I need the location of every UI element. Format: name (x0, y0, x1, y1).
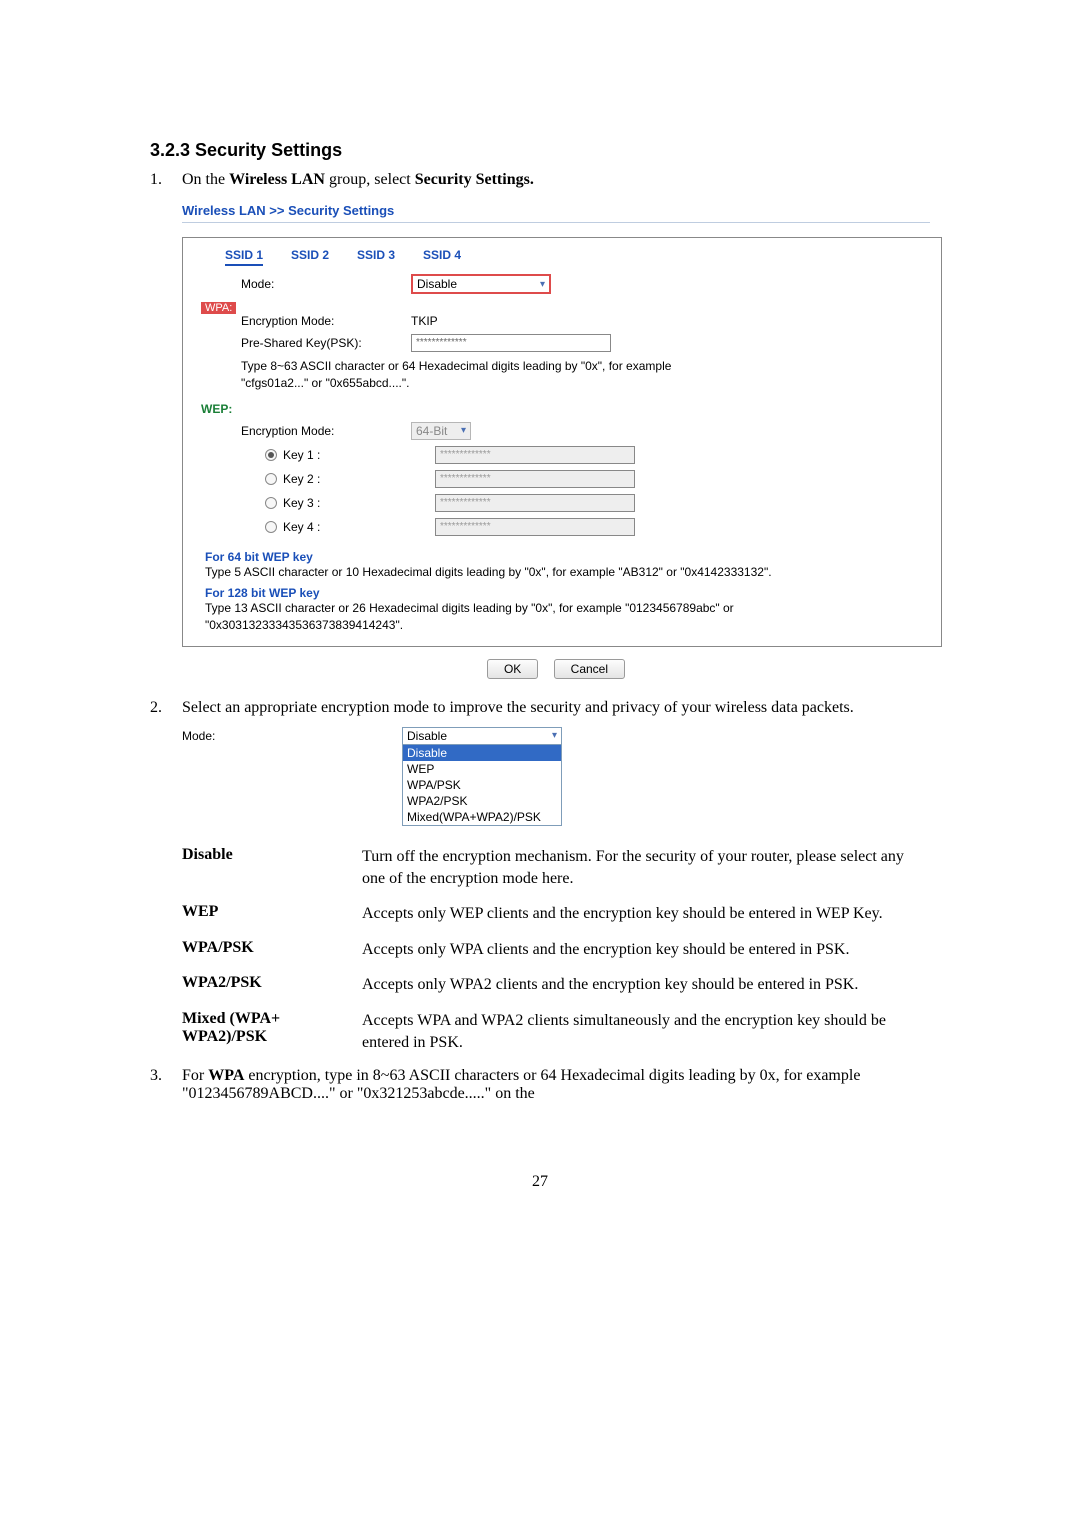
text: encryption, type in 8~63 ASCII character… (182, 1067, 860, 1102)
step-3-number: 3. (150, 1067, 182, 1103)
def-term: WPA/PSK (182, 939, 362, 961)
ssid-tabs: SSID 1 SSID 2 SSID 3 SSID 4 (225, 248, 923, 266)
def-term: WEP (182, 903, 362, 925)
step-2-number: 2. (150, 699, 182, 717)
step-3: 3. For WPA encryption, type in 8~63 ASCI… (150, 1067, 930, 1103)
button-bar: OK Cancel (182, 659, 930, 679)
wpa-highlight: WPA: (201, 302, 236, 314)
step-2-text: Select an appropriate encryption mode to… (182, 699, 930, 717)
wep64-heading: For 64 bit WEP key (205, 550, 923, 564)
mode-option-mixed[interactable]: Mixed(WPA+WPA2)/PSK (403, 809, 561, 825)
wep128-heading: For 128 bit WEP key (205, 586, 923, 600)
divider (182, 222, 930, 223)
def-desc: Turn off the encryption mechanism. For t… (362, 846, 930, 889)
text: On the (182, 171, 229, 188)
ok-button[interactable]: OK (487, 659, 538, 679)
text-bold: WPA (208, 1067, 244, 1084)
def-desc: Accepts only WPA clients and the encrypt… (362, 939, 930, 961)
def-wep: WEP Accepts only WEP clients and the enc… (182, 903, 930, 925)
key1-radio[interactable] (265, 449, 277, 461)
text-bold: Wireless LAN (229, 171, 325, 188)
key2-label: Key 2 : (283, 472, 320, 486)
tab-ssid-3[interactable]: SSID 3 (357, 248, 395, 266)
def-term: WPA2/PSK (182, 974, 362, 996)
wep64-body: Type 5 ASCII character or 10 Hexadecimal… (205, 564, 923, 581)
text: Type 8~63 ASCII character or 64 Hexadeci… (241, 359, 671, 373)
def-term: Mixed (WPA+ WPA2)/PSK (182, 1010, 362, 1053)
wpa-section-label: WPA: (201, 300, 923, 314)
text: group, select (325, 171, 415, 188)
mode-option-wpapsk[interactable]: WPA/PSK (403, 777, 561, 793)
text: For (182, 1067, 208, 1084)
mode-dropdown[interactable]: Disable ▾ Disable WEP WPA/PSK WPA2/PSK M… (402, 727, 562, 826)
def-desc: Accepts only WPA2 clients and the encryp… (362, 974, 930, 996)
chevron-down-icon: ▾ (540, 279, 545, 290)
mode-option-wpa2psk[interactable]: WPA2/PSK (403, 793, 561, 809)
cancel-button[interactable]: Cancel (554, 659, 625, 679)
mode-select[interactable]: Disable ▾ (411, 274, 551, 294)
encryption-mode-label: Encryption Mode: (241, 314, 411, 328)
step-1-text: On the Wireless LAN group, select Securi… (182, 171, 930, 189)
def-desc: Accepts WPA and WPA2 clients simultaneou… (362, 1010, 930, 1053)
step-2: 2. Select an appropriate encryption mode… (150, 699, 930, 717)
mode-option-wep[interactable]: WEP (403, 761, 561, 777)
key1-label: Key 1 : (283, 448, 320, 462)
mode-dropdown-options: Disable WEP WPA/PSK WPA2/PSK Mixed(WPA+W… (403, 744, 561, 825)
key3-radio[interactable] (265, 497, 277, 509)
psk-help-text: Type 8~63 ASCII character or 64 Hexadeci… (241, 358, 923, 392)
mode-option-disable[interactable]: Disable (403, 745, 561, 761)
key3-input[interactable]: ************* (435, 494, 635, 512)
encryption-mode-value: TKIP (411, 314, 438, 328)
key4-input[interactable]: ************* (435, 518, 635, 536)
wep-encryption-mode-select[interactable]: 64-Bit ▾ (411, 422, 471, 440)
wep128-body: Type 13 ASCII character or 26 Hexadecima… (205, 600, 923, 634)
key1-input[interactable]: ************* (435, 446, 635, 464)
def-term: Disable (182, 846, 362, 889)
key2-radio[interactable] (265, 473, 277, 485)
text: "cfgs01a2..." or "0x655abcd....". (241, 376, 409, 390)
psk-label: Pre-Shared Key(PSK): (241, 336, 411, 350)
key4-label: Key 4 : (283, 520, 320, 534)
def-disable: Disable Turn off the encryption mechanis… (182, 846, 930, 889)
security-settings-screenshot: Wireless LAN >> Security Settings SSID 1… (182, 203, 930, 679)
mode-dropdown-selected: Disable (407, 729, 447, 743)
tab-ssid-1[interactable]: SSID 1 (225, 248, 263, 266)
def-mixed: Mixed (WPA+ WPA2)/PSK Accepts WPA and WP… (182, 1010, 930, 1053)
tab-ssid-4[interactable]: SSID 4 (423, 248, 461, 266)
key2-input[interactable]: ************* (435, 470, 635, 488)
mode-dropdown-screenshot: Mode: Disable ▾ Disable WEP WPA/PSK WPA2… (182, 727, 930, 826)
page-number: 27 (150, 1173, 930, 1191)
key4-radio[interactable] (265, 521, 277, 533)
step-1-number: 1. (150, 171, 182, 189)
def-desc: Accepts only WEP clients and the encrypt… (362, 903, 930, 925)
key3-label: Key 3 : (283, 496, 320, 510)
step-1: 1. On the Wireless LAN group, select Sec… (150, 171, 930, 189)
wep-section-label: WEP: (201, 402, 923, 416)
def-wpa2psk: WPA2/PSK Accepts only WPA2 clients and t… (182, 974, 930, 996)
wep-encryption-mode-value: 64-Bit (416, 424, 447, 438)
def-wpapsk: WPA/PSK Accepts only WPA clients and the… (182, 939, 930, 961)
mode-select-value: Disable (417, 277, 457, 291)
chevron-down-icon: ▾ (461, 425, 466, 436)
wep-encryption-mode-label: Encryption Mode: (241, 424, 411, 438)
panel-title: Wireless LAN >> Security Settings (182, 203, 930, 218)
section-heading: 3.2.3 Security Settings (150, 140, 930, 161)
form-container: SSID 1 SSID 2 SSID 3 SSID 4 Mode: Disabl… (182, 237, 942, 647)
chevron-down-icon: ▾ (552, 730, 557, 741)
psk-input[interactable]: ************* (411, 334, 611, 352)
text-bold: Security Settings. (415, 171, 534, 188)
mode-label: Mode: (241, 277, 411, 291)
tab-ssid-2[interactable]: SSID 2 (291, 248, 329, 266)
mode-label: Mode: (182, 727, 402, 826)
step-3-text: For WPA encryption, type in 8~63 ASCII c… (182, 1067, 930, 1103)
definition-list: Disable Turn off the encryption mechanis… (182, 846, 930, 1053)
